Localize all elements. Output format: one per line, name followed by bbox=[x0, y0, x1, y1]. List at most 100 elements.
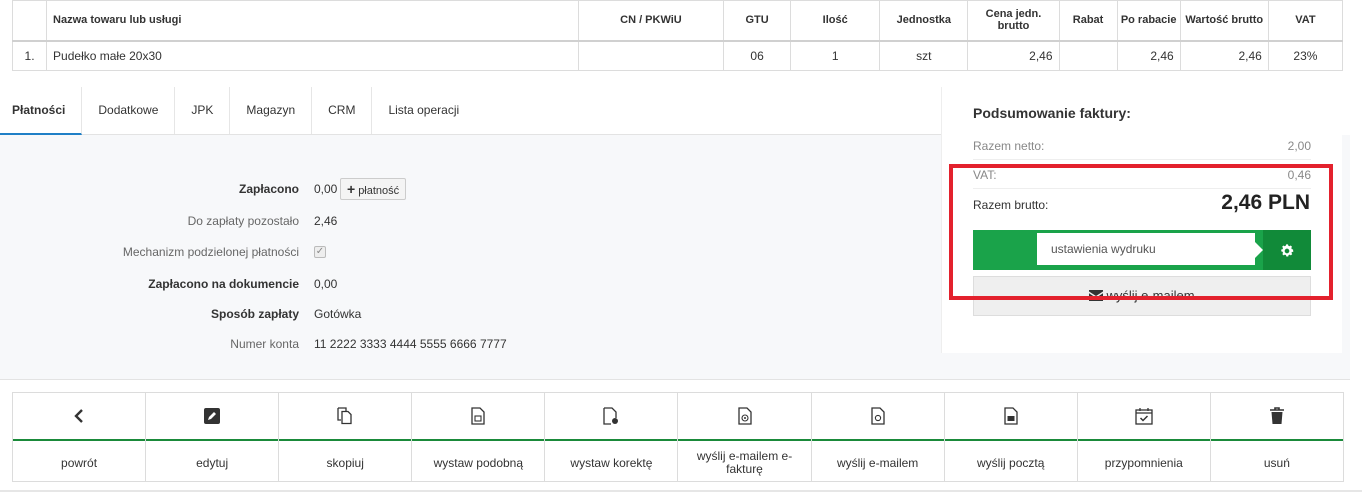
col-header-gtu: GTU bbox=[723, 0, 792, 42]
paid-label: Zapłacono bbox=[238, 182, 299, 196]
table-row: 1. Pudełko małe 20x30 06 1 szt 2,46 2,46… bbox=[11, 40, 1344, 71]
account-label: Numer konta bbox=[230, 337, 299, 351]
netto-value: 2,00 bbox=[1287, 139, 1311, 153]
cell-unit: szt bbox=[879, 40, 969, 71]
tab-crm[interactable]: CRM bbox=[312, 87, 373, 134]
tab-payments[interactable]: Płatności bbox=[0, 87, 83, 135]
split-payment-row: Mechanizm podzielonej płatności ✓ bbox=[0, 241, 700, 263]
trash-icon bbox=[1269, 407, 1284, 424]
remaining-value: 2,46 bbox=[314, 214, 338, 228]
send-email-button[interactable]: wyślij e-mailem bbox=[973, 276, 1311, 316]
send-email-action-label: wyślij e-mailem bbox=[836, 455, 919, 470]
col-header-discount: Rabat bbox=[1058, 0, 1118, 42]
paid-doc-row: Zapłacono na dokumencie 0,00 bbox=[0, 273, 700, 295]
edit-button[interactable]: edytuj bbox=[146, 393, 280, 481]
payment-method-value: Gotówka bbox=[314, 307, 362, 321]
edit-icon bbox=[204, 408, 221, 424]
brutto-label: Razem brutto: bbox=[973, 198, 1049, 212]
table-header-row: Nazwa towaru lub usługi CN / PKWiU GTU I… bbox=[11, 0, 1344, 42]
remaining-label: Do zapłaty pozostało bbox=[187, 214, 299, 228]
divider bbox=[0, 490, 1362, 492]
split-payment-checkbox[interactable]: ✓ bbox=[314, 246, 326, 258]
netto-label: Razem netto: bbox=[973, 139, 1045, 153]
col-header-vat: VAT bbox=[1267, 0, 1344, 42]
copy-button[interactable]: skopiuj bbox=[279, 393, 413, 481]
col-header-unit-price: Cena jedn. brutto bbox=[967, 0, 1060, 42]
summary-netto-row: Razem netto: 2,00 bbox=[973, 139, 1311, 153]
cell-unit-price: 2,46 bbox=[967, 40, 1060, 71]
issue-similar-button[interactable]: wystaw podobną bbox=[412, 393, 546, 481]
summary-vat-row: VAT: 0,46 bbox=[973, 168, 1311, 182]
col-header-cn: CN / PKWiU bbox=[577, 0, 725, 42]
divider bbox=[973, 159, 1311, 160]
col-header-gross-value: Wartość brutto bbox=[1179, 0, 1269, 42]
back-label: powrót bbox=[61, 455, 98, 470]
action-bar: powrót edytuj skopiuj wystaw podobną wys… bbox=[12, 392, 1344, 482]
col-header-after-discount: Po rabacie bbox=[1116, 0, 1181, 42]
send-post-label: wyślij pocztą bbox=[977, 455, 1045, 470]
send-email-action-button[interactable]: wyślij e-mailem bbox=[811, 393, 945, 481]
reminders-label: przypomnienia bbox=[1104, 455, 1183, 470]
paid-doc-label: Zapłacono na dokumencie bbox=[148, 277, 299, 291]
print-button-group[interactable]: ustawienia wydruku bbox=[973, 230, 1311, 270]
col-header-lp bbox=[11, 0, 48, 42]
issue-correction-label: wystaw korektę bbox=[570, 455, 653, 470]
document-tabs: Płatności Dodatkowe JPK Magazyn CRM List… bbox=[0, 87, 941, 135]
add-payment-button[interactable]: + płatność bbox=[340, 178, 407, 200]
copy-label: skopiuj bbox=[326, 455, 364, 470]
cell-after-discount: 2,46 bbox=[1116, 40, 1181, 71]
send-email-label: wyślij e-mailem bbox=[1106, 288, 1195, 303]
reminders-button[interactable]: przypomnienia bbox=[1077, 393, 1211, 481]
split-payment-label: Mechanizm podzielonej płatności bbox=[122, 245, 299, 259]
tab-warehouse[interactable]: Magazyn bbox=[230, 87, 313, 134]
cell-vat: 23% bbox=[1267, 40, 1344, 71]
payment-method-row: Sposób zapłaty Gotówka bbox=[0, 303, 700, 325]
paid-value: 0,00 bbox=[314, 182, 338, 196]
edit-label: edytuj bbox=[196, 455, 229, 470]
send-einvoice-label: wyślij e-mailem e-fakturę bbox=[696, 449, 793, 476]
delete-label: usuń bbox=[1263, 455, 1290, 470]
vat-label: VAT: bbox=[973, 168, 997, 182]
tab-jpk[interactable]: JPK bbox=[175, 87, 231, 134]
tab-additional[interactable]: Dodatkowe bbox=[82, 87, 176, 134]
cell-discount bbox=[1058, 40, 1118, 71]
col-header-name: Nazwa towaru lub usługi bbox=[46, 0, 579, 42]
remaining-row: Do zapłaty pozostało 2,46 bbox=[0, 210, 700, 232]
document-correction-icon bbox=[603, 407, 619, 425]
paid-doc-value: 0,00 bbox=[314, 277, 338, 291]
col-header-unit: Jednostka bbox=[879, 0, 969, 42]
send-einvoice-button[interactable]: wyślij e-mailem e-fakturę bbox=[678, 393, 812, 481]
document-email-icon bbox=[737, 407, 752, 425]
chevron-left-icon bbox=[74, 409, 83, 423]
issue-similar-label: wystaw podobną bbox=[433, 455, 524, 470]
invoice-summary: Podsumowanie faktury: Razem netto: 2,00 … bbox=[941, 87, 1342, 353]
plus-icon: + bbox=[347, 181, 356, 197]
send-post-button[interactable]: wyślij pocztą bbox=[944, 393, 1078, 481]
print-settings-tooltip: ustawienia wydruku bbox=[1036, 232, 1263, 266]
cell-qty: 1 bbox=[790, 40, 881, 71]
document-mail-icon bbox=[1004, 407, 1018, 425]
document-at-icon bbox=[870, 407, 885, 425]
cell-name: Pudełko małe 20x30 bbox=[46, 40, 579, 71]
gear-icon bbox=[1281, 244, 1294, 257]
cell-gtu: 06 bbox=[723, 40, 792, 71]
back-button[interactable]: powrót bbox=[13, 393, 147, 481]
payment-method-label: Sposób zapłaty bbox=[210, 307, 299, 321]
add-payment-label: płatność bbox=[358, 185, 400, 197]
divider bbox=[973, 188, 1311, 189]
summary-title: Podsumowanie faktury: bbox=[973, 105, 1131, 121]
account-value: 11 2222 3333 4444 5555 6666 7777 bbox=[314, 337, 507, 351]
calendar-check-icon bbox=[1135, 408, 1153, 425]
paid-row: Zapłacono 0,00 + płatność bbox=[0, 178, 700, 200]
account-row: Numer konta 11 2222 3333 4444 5555 6666 … bbox=[0, 333, 700, 355]
tab-operations-list[interactable]: Lista operacji bbox=[372, 87, 475, 134]
brutto-value: 2,46 PLN bbox=[1221, 191, 1310, 214]
print-settings-button[interactable] bbox=[1263, 230, 1311, 270]
copy-icon bbox=[337, 407, 352, 425]
document-similar-icon bbox=[471, 407, 485, 425]
invoice-items-table: Nazwa towaru lub usługi CN / PKWiU GTU I… bbox=[11, 0, 1344, 71]
issue-correction-button[interactable]: wystaw korektę bbox=[545, 393, 679, 481]
cell-cn bbox=[577, 40, 725, 71]
col-header-qty: Ilość bbox=[790, 0, 881, 42]
delete-button[interactable]: usuń bbox=[1210, 393, 1343, 481]
